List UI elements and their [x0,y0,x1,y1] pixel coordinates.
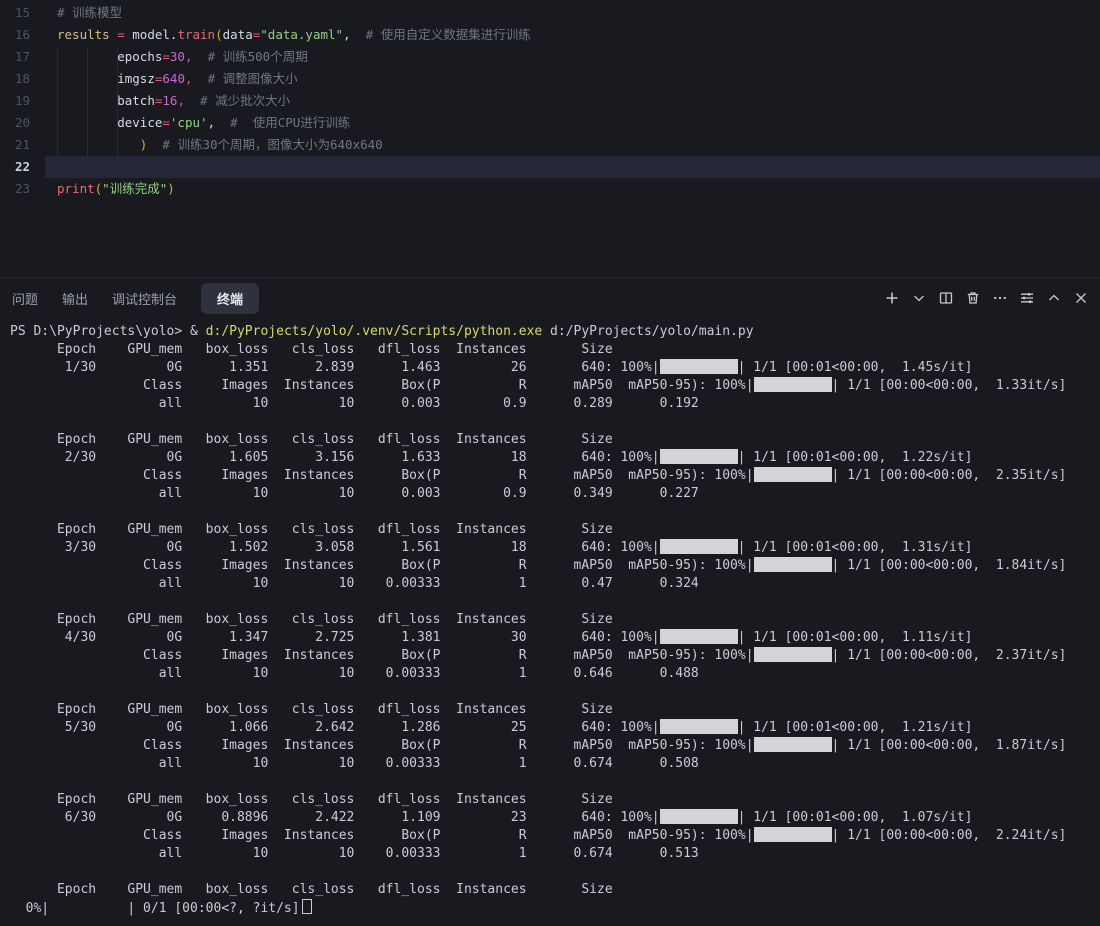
terminal-line: all 10 10 0.00333 1 0.674 0.508 [10,755,1100,773]
terminal-line: Class Images Instances Box(P R mAP50 mAP… [10,557,1100,575]
line-number: 15 [0,2,30,24]
terminal-line: all 10 10 0.003 0.9 0.349 0.227 [10,485,1100,503]
line-number: 22 [0,156,30,178]
terminal-line: 4/30 0G 1.347 2.725 1.381 30 640: 100%||… [10,629,1100,647]
code-editor[interactable]: 15 # 训练模型 16 results = model.train(data="da… [0,0,1100,277]
trash-icon [965,290,981,306]
new-terminal-button[interactable] [883,289,901,307]
code-line[interactable]: 21 ) # 训练30个周期，图像大小为640x640 [0,134,1100,156]
vscode-window: 15 # 训练模型 16 results = model.train(data="da… [0,0,1100,926]
chevron-down-icon [911,290,927,306]
progress-bar [660,539,738,554]
line-number: 20 [0,112,30,134]
customize-layout-button[interactable] [1018,289,1036,307]
bottom-panel: 问题输出调试控制台终端 PS D:\PyProjects\yolo> & d:/… [0,277,1100,926]
progress-bar [660,719,738,734]
split-terminal-button[interactable] [937,289,955,307]
terminal-line: Class Images Instances Box(P R mAP50 mAP… [10,827,1100,845]
terminal-line [10,773,1100,791]
code-line[interactable]: 17 epochs=30, # 训练500个周期 [0,46,1100,68]
progress-bar [660,449,738,464]
chevron-up-icon [1046,290,1062,306]
terminal-line: 6/30 0G 0.8896 2.422 1.109 23 640: 100%|… [10,809,1100,827]
progress-bar [660,629,738,644]
code-line[interactable]: 23 print("训练完成") [0,178,1100,200]
terminal-line [10,593,1100,611]
plus-icon [884,290,900,306]
code-text: print("训练完成") [57,178,175,200]
line-number: 19 [0,90,30,112]
terminal-line: Class Images Instances Box(P R mAP50 mAP… [10,377,1100,395]
close-panel-button[interactable] [1072,289,1090,307]
kill-terminal-button[interactable] [964,289,982,307]
launch-profile-dropdown[interactable] [910,289,928,307]
terminal-line: Epoch GPU_mem box_loss cls_loss dfl_loss… [10,791,1100,809]
terminal-line: Epoch GPU_mem box_loss cls_loss dfl_loss… [10,341,1100,359]
code-text: results = model.train(data="data.yaml", … [57,24,531,46]
code-line[interactable]: 22 [0,156,1100,178]
terminal-output[interactable]: PS D:\PyProjects\yolo> & d:/PyProjects/y… [0,318,1100,926]
terminal-line [10,503,1100,521]
code-text: ) # 训练30个周期，图像大小为640x640 [57,134,383,156]
progress-bar [754,377,832,392]
terminal-line: 1/30 0G 1.351 2.839 1.463 26 640: 100%||… [10,359,1100,377]
terminal-line: Class Images Instances Box(P R mAP50 mAP… [10,737,1100,755]
terminal-line: all 10 10 0.00333 1 0.674 0.513 [10,845,1100,863]
tab-problems[interactable]: 问题 [12,283,38,314]
terminal-cursor [302,899,312,914]
code-text: batch=16, # 减少批次大小 [57,90,290,112]
progress-bar [754,557,832,572]
line-number: 21 [0,134,30,156]
progress-bar [754,647,832,662]
terminal-line: Epoch GPU_mem box_loss cls_loss dfl_loss… [10,611,1100,629]
terminal-line: Epoch GPU_mem box_loss cls_loss dfl_loss… [10,431,1100,449]
progress-bar [660,809,738,824]
terminal-line: all 10 10 0.00333 1 0.47 0.324 [10,575,1100,593]
panel-tabs: 问题输出调试控制台终端 [12,283,259,314]
terminal-line: PS D:\PyProjects\yolo> & d:/PyProjects/y… [10,323,1100,341]
split-icon [938,290,954,306]
tab-debug-console[interactable]: 调试控制台 [112,283,177,314]
code-line[interactable]: 18 imgsz=640, # 调整图像大小 [0,68,1100,90]
code-text: device='cpu', # 使用CPU进行训练 [57,112,350,134]
code-line[interactable]: 15 # 训练模型 [0,2,1100,24]
terminal-line [10,413,1100,431]
terminal-line: Epoch GPU_mem box_loss cls_loss dfl_loss… [10,701,1100,719]
terminal-line: all 10 10 0.003 0.9 0.289 0.192 [10,395,1100,413]
terminal-line: all 10 10 0.00333 1 0.646 0.488 [10,665,1100,683]
line-number: 17 [0,46,30,68]
code-line[interactable]: 20 device='cpu', # 使用CPU进行训练 [0,112,1100,134]
panel-header: 问题输出调试控制台终端 [0,278,1100,318]
terminal-line [10,863,1100,881]
tab-terminal[interactable]: 终端 [201,283,259,314]
tab-output[interactable]: 输出 [62,283,88,314]
code-text: # 训练模型 [57,2,122,24]
terminal-line [10,683,1100,701]
code-line[interactable]: 16 results = model.train(data="data.yaml"… [0,24,1100,46]
tune-icon [1019,290,1035,306]
terminal-actions [883,289,1090,307]
terminal-line: 5/30 0G 1.066 2.642 1.286 25 640: 100%||… [10,719,1100,737]
progress-bar [754,827,832,842]
line-number: 23 [0,178,30,200]
ellipsis-icon [992,290,1008,306]
terminal-line: 0%| | 0/1 [00:00<?, ?it/s] [10,899,1100,917]
line-number: 16 [0,24,30,46]
close-icon [1073,290,1089,306]
progress-bar [754,737,832,752]
terminal-line: 2/30 0G 1.605 3.156 1.633 18 640: 100%||… [10,449,1100,467]
terminal-line: 3/30 0G 1.502 3.058 1.561 18 640: 100%||… [10,539,1100,557]
progress-bar [660,359,738,374]
more-actions-button[interactable] [991,289,1009,307]
progress-bar [754,467,832,482]
terminal-line: Epoch GPU_mem box_loss cls_loss dfl_loss… [10,881,1100,899]
terminal-line: Class Images Instances Box(P R mAP50 mAP… [10,467,1100,485]
code-text: epochs=30, # 训练500个周期 [57,46,308,68]
code-line[interactable]: 19 batch=16, # 减少批次大小 [0,90,1100,112]
code-text: imgsz=640, # 调整图像大小 [57,68,298,90]
terminal-line: Epoch GPU_mem box_loss cls_loss dfl_loss… [10,521,1100,539]
maximize-panel-button[interactable] [1045,289,1063,307]
line-number: 18 [0,68,30,90]
terminal-line: Class Images Instances Box(P R mAP50 mAP… [10,647,1100,665]
